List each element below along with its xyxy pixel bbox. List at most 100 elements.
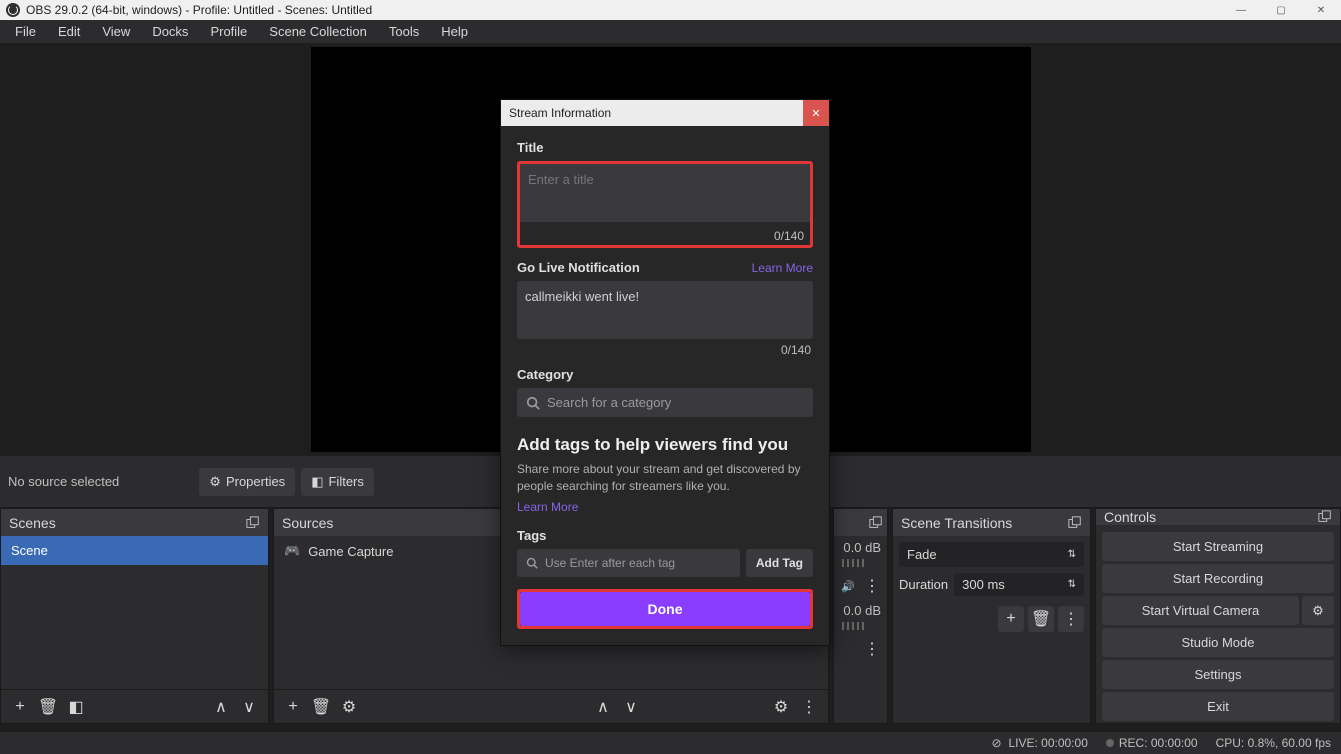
dialog-title: Stream Information (509, 106, 611, 120)
title-input[interactable] (520, 164, 810, 222)
controls-dock: Controls Start Streaming Start Recording… (1095, 508, 1341, 724)
category-placeholder: Search for a category (547, 395, 671, 410)
chevron-updown-icon: ⇅ (1068, 549, 1076, 560)
scene-filter-button[interactable]: ◧ (63, 694, 89, 720)
popout-icon[interactable] (869, 516, 883, 530)
category-label: Category (517, 367, 813, 382)
delete-scene-button[interactable]: 🗑 (35, 694, 61, 720)
search-icon (526, 557, 538, 569)
audio-db-2: 0.0 dB (843, 603, 881, 618)
add-scene-button[interactable]: + (7, 694, 33, 720)
tags-label: Tags (517, 528, 813, 543)
duration-label: Duration (899, 577, 948, 592)
menu-tools[interactable]: Tools (378, 20, 430, 43)
filters-label: Filters (328, 474, 363, 489)
menu-docks[interactable]: Docks (141, 20, 199, 43)
add-source-button[interactable]: + (280, 694, 306, 720)
done-button[interactable]: Done (520, 592, 810, 626)
cpu-status: CPU: 0.8%, 60.00 fps (1216, 736, 1331, 750)
tags-description: Share more about your stream and get dis… (517, 461, 813, 495)
menu-edit[interactable]: Edit (47, 20, 91, 43)
filters-button[interactable]: ◧ Filters (301, 468, 374, 496)
transitions-title: Scene Transitions (901, 515, 1012, 531)
audio-meter-2 (834, 622, 887, 636)
start-streaming-button[interactable]: Start Streaming (1102, 532, 1334, 561)
transition-menu-button[interactable]: ⋮ (1058, 606, 1084, 632)
notification-value: callmeikki went live! (525, 289, 639, 304)
settings-button[interactable]: Settings (1102, 660, 1334, 689)
studio-mode-button[interactable]: Studio Mode (1102, 628, 1334, 657)
properties-label: Properties (226, 474, 285, 489)
audio-meter-1 (834, 559, 887, 573)
scenes-dock: Scenes Scene + 🗑 ◧ ∧ ∨ (0, 508, 269, 724)
scene-down-button[interactable]: ∨ (236, 694, 262, 720)
transition-select[interactable]: Fade ⇅ (899, 542, 1084, 567)
source-status-label: No source selected (8, 474, 119, 489)
delete-transition-button[interactable]: 🗑 (1028, 606, 1054, 632)
notification-label: Go Live Notification (517, 260, 640, 275)
notification-learn-more-link[interactable]: Learn More (752, 261, 813, 275)
delete-source-button[interactable]: 🗑 (308, 694, 334, 720)
popout-icon[interactable] (246, 516, 260, 530)
audio-mixer-dock: 0.0 dB 🔊 ⋮ 0.0 dB ⋮ (833, 508, 888, 724)
menu-view[interactable]: View (91, 20, 141, 43)
scene-up-button[interactable]: ∧ (208, 694, 234, 720)
menu-profile[interactable]: Profile (199, 20, 258, 43)
scene-item[interactable]: Scene (1, 536, 268, 565)
tags-placeholder: Use Enter after each tag (545, 556, 675, 570)
popout-icon[interactable] (1068, 516, 1082, 530)
window-titlebar: OBS 29.0.2 (64-bit, windows) - Profile: … (0, 0, 1341, 20)
tags-input[interactable]: Use Enter after each tag (517, 549, 740, 577)
virtual-camera-settings-button[interactable]: ⚙ (1302, 596, 1334, 625)
sources-title: Sources (282, 515, 333, 531)
game-capture-icon: 🎮 (284, 543, 300, 559)
tags-learn-more-link[interactable]: Learn More (517, 500, 578, 514)
source-up-button[interactable]: ∧ (590, 694, 616, 720)
filter-icon: ◧ (311, 474, 323, 490)
title-highlight: 0/140 (517, 161, 813, 248)
start-virtual-camera-button[interactable]: Start Virtual Camera (1102, 596, 1299, 625)
source-down-button[interactable]: ∨ (618, 694, 644, 720)
notification-input[interactable]: callmeikki went live! (517, 281, 813, 339)
mixer-menu-button[interactable]: ⋮ (796, 694, 822, 720)
start-recording-button[interactable]: Start Recording (1102, 564, 1334, 593)
duration-field[interactable]: 300 ms ⇅ (954, 573, 1084, 596)
mixer-gear-button[interactable]: ⚙ (768, 694, 794, 720)
network-icon: ⊘ (989, 736, 1003, 750)
audio-db-1: 0.0 dB (843, 540, 881, 555)
properties-button[interactable]: ⚙ Properties (199, 468, 295, 496)
popout-icon[interactable] (1318, 510, 1332, 524)
spinner-icon: ⇅ (1068, 579, 1076, 590)
done-highlight: Done (517, 589, 813, 629)
transitions-dock: Scene Transitions Fade ⇅ Duration 300 ms… (892, 508, 1091, 724)
audio-options-1[interactable]: ⋮ (863, 577, 881, 595)
minimize-button[interactable]: — (1221, 0, 1261, 20)
mute-icon[interactable]: 🔊 (841, 580, 855, 593)
window-title: OBS 29.0.2 (64-bit, windows) - Profile: … (26, 3, 372, 17)
menu-help[interactable]: Help (430, 20, 479, 43)
title-counter: 0/140 (520, 225, 810, 245)
add-tag-button[interactable]: Add Tag (746, 549, 813, 577)
menu-bar: File Edit View Docks Profile Scene Colle… (0, 20, 1341, 43)
category-input[interactable]: Search for a category (517, 388, 813, 417)
duration-value: 300 ms (962, 577, 1005, 592)
maximize-button[interactable]: ▢ (1261, 0, 1301, 20)
menu-scene-collection[interactable]: Scene Collection (258, 20, 378, 43)
search-icon (526, 396, 540, 410)
live-status: LIVE: 00:00:00 (1008, 736, 1087, 750)
source-settings-button[interactable]: ⚙ (336, 694, 362, 720)
rec-status: REC: 00:00:00 (1119, 736, 1198, 750)
gear-icon: ⚙ (209, 474, 221, 490)
dialog-close-button[interactable]: ✕ (803, 100, 829, 126)
audio-options-2[interactable]: ⋮ (863, 640, 881, 658)
obs-logo-icon (6, 3, 20, 17)
status-bar: ⊘ LIVE: 00:00:00 REC: 00:00:00 CPU: 0.8%,… (0, 732, 1341, 754)
scenes-title: Scenes (9, 515, 56, 531)
notification-counter: 0/140 (517, 339, 813, 367)
exit-button[interactable]: Exit (1102, 692, 1334, 721)
menu-file[interactable]: File (4, 20, 47, 43)
transition-value: Fade (907, 547, 937, 562)
add-transition-button[interactable]: + (998, 606, 1024, 632)
title-label: Title (517, 140, 813, 155)
close-window-button[interactable]: ✕ (1301, 0, 1341, 20)
